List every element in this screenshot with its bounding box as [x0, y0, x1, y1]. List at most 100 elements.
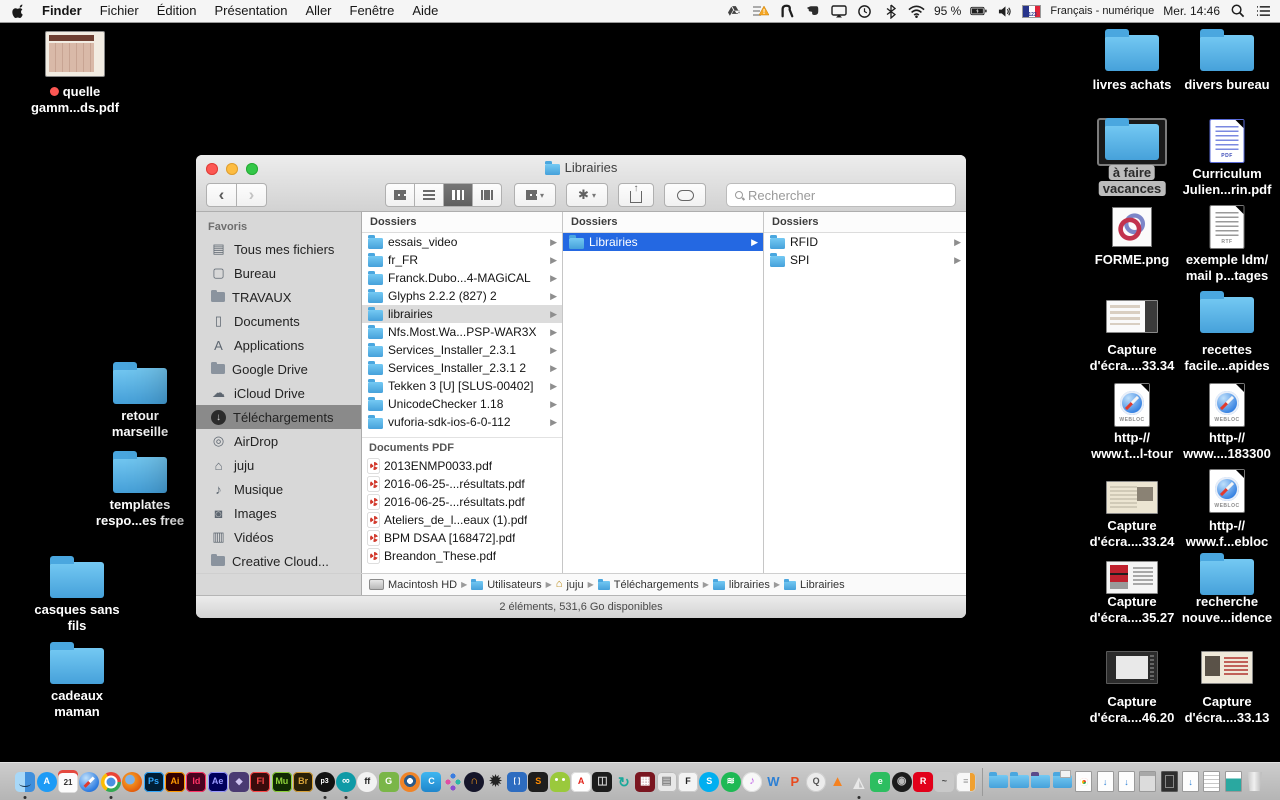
dock-illustrator[interactable]: Ai: [165, 772, 185, 792]
dock-sync-app[interactable]: ↻: [614, 772, 634, 792]
dock-stack-paper[interactable]: [1202, 772, 1222, 792]
sidebar-item-vid-os[interactable]: ▥Vidéos: [196, 525, 361, 549]
sidebar-item-images[interactable]: ◙Images: [196, 501, 361, 525]
exemple-ldm-label[interactable]: exemple ldm/mail p...tages: [1186, 252, 1268, 284]
file-row[interactable]: librairies▶: [362, 305, 562, 323]
file-row[interactable]: Nfs.Most.Wa...PSP-WAR3X▶: [362, 323, 562, 341]
back-button[interactable]: ‹: [206, 183, 237, 207]
close-button[interactable]: [206, 163, 218, 175]
divers-bureau-icon[interactable]: [1200, 35, 1254, 71]
curriculum-pdf-icon[interactable]: PDF: [1211, 120, 1244, 162]
bluetooth-icon[interactable]: [882, 3, 899, 19]
file-row[interactable]: vuforia-sdk-ios-6-0-112▶: [362, 413, 562, 431]
dock-folder-1[interactable]: [988, 772, 1008, 792]
dock-calendar[interactable]: 21: [58, 772, 78, 792]
capture-33-34-label[interactable]: Captured'écra....33.34: [1090, 342, 1175, 374]
menu-presentation[interactable]: Présentation: [206, 0, 297, 22]
view-coverflow-button[interactable]: [473, 183, 502, 207]
dock-fontforge[interactable]: ff: [357, 772, 377, 792]
sidebar-item-travaux[interactable]: TRAVAUX: [196, 285, 361, 309]
dock-folder-2[interactable]: [1010, 772, 1030, 792]
cadeaux-maman-icon[interactable]: [50, 648, 104, 684]
file-row[interactable]: SPI▶: [764, 251, 966, 269]
sidebar-item-icloud-drive[interactable]: ☁iCloud Drive: [196, 381, 361, 405]
recherche-residence-icon[interactable]: [1200, 559, 1254, 595]
volume-icon[interactable]: [996, 3, 1013, 19]
cadeaux-maman-label[interactable]: cadeauxmaman: [51, 688, 103, 720]
dock-bridge[interactable]: Br: [293, 772, 313, 792]
view-columns-button[interactable]: [444, 183, 473, 207]
sidebar-item-bureau[interactable]: ▢Bureau: [196, 261, 361, 285]
dock-photoshop[interactable]: Ps: [144, 772, 164, 792]
dock-trash[interactable]: [1245, 772, 1265, 792]
capture-35-27-icon[interactable]: [1106, 561, 1158, 594]
file-row[interactable]: Tekken 3 [U] [SLUS-00402]▶: [362, 377, 562, 395]
dock-muse[interactable]: Mu: [272, 772, 292, 792]
file-row[interactable]: RFID▶: [764, 233, 966, 251]
capture-46-20-icon[interactable]: [1106, 651, 1158, 684]
time-machine-icon[interactable]: [856, 3, 873, 19]
file-row[interactable]: Breandon_These.pdf: [362, 547, 562, 565]
dock-itunes[interactable]: ♪: [742, 772, 762, 792]
casques-sans-fils-icon[interactable]: [50, 562, 104, 598]
webloc-tour-label[interactable]: http-//www.t...l-tour: [1091, 430, 1173, 462]
file-row[interactable]: Ateliers_de_l...eaux (1).pdf: [362, 511, 562, 529]
casques-sans-fils-label[interactable]: casques sansfils: [34, 602, 119, 634]
file-row[interactable]: essais_video▶: [362, 233, 562, 251]
avira-icon[interactable]: [778, 3, 795, 19]
dock-node-app[interactable]: [443, 772, 463, 792]
dock-slides-app[interactable]: ▤: [657, 772, 677, 792]
sidebar-item-creative-cloud-[interactable]: Creative Cloud...: [196, 549, 361, 573]
airplay-display-icon[interactable]: [830, 3, 847, 19]
path-item-librairies[interactable]: Librairies: [784, 579, 845, 591]
webloc-ebloc-label[interactable]: http-//www.f...ebloc: [1186, 518, 1269, 550]
webloc-183300-label[interactable]: http-//www....183300: [1183, 430, 1271, 462]
quelle-pdf-icon[interactable]: [46, 32, 104, 76]
view-list-button[interactable]: [415, 183, 444, 207]
input-source-flag-icon[interactable]: 123: [1022, 5, 1041, 18]
dock-stack-download-2[interactable]: ↓: [1116, 772, 1136, 792]
arrange-button[interactable]: ▾: [514, 183, 556, 207]
dock-chrome[interactable]: [101, 772, 121, 792]
divers-bureau-label[interactable]: divers bureau: [1184, 77, 1269, 93]
retour-marseille-icon[interactable]: [113, 368, 167, 404]
notification-center-icon[interactable]: [1255, 3, 1272, 19]
dock-stack-dark[interactable]: [1159, 772, 1179, 792]
dock-blender[interactable]: [400, 772, 420, 792]
google-drive-icon[interactable]: [726, 3, 743, 19]
capture-33-13-label[interactable]: Captured'écra....33.13: [1185, 694, 1270, 726]
capture-46-20-label[interactable]: Captured'écra....46.20: [1090, 694, 1175, 726]
a-faire-vacances-icon[interactable]: [1097, 118, 1167, 166]
tags-button[interactable]: [664, 183, 706, 207]
templates-free-icon[interactable]: [113, 457, 167, 493]
path-item-librairies[interactable]: librairies: [713, 579, 770, 591]
dock-spotify[interactable]: ≋: [721, 772, 741, 792]
menu-clock[interactable]: Mer. 14:46: [1163, 4, 1220, 18]
file-row[interactable]: Services_Installer_2.3.1 2▶: [362, 359, 562, 377]
file-row[interactable]: Glyphs 2.2.2 (827) 2▶: [362, 287, 562, 305]
capture-33-34-icon[interactable]: [1106, 300, 1158, 333]
dock-stack-window[interactable]: [1138, 772, 1158, 792]
forward-button[interactable]: ›: [237, 183, 267, 207]
livres-achats-label[interactable]: livres achats: [1093, 77, 1172, 93]
retour-marseille-label[interactable]: retourmarseille: [112, 408, 168, 440]
sidebar-item-juju[interactable]: ⌂juju: [196, 453, 361, 477]
dock-cinema4d[interactable]: C: [421, 772, 441, 792]
dock-audio-tool-app[interactable]: ~: [934, 772, 954, 792]
forme-png-icon[interactable]: [1113, 208, 1151, 246]
share-button[interactable]: [618, 183, 654, 207]
dock-processing[interactable]: p3: [315, 772, 335, 792]
dock-avira[interactable]: R: [913, 772, 933, 792]
dock-app-store[interactable]: A: [37, 772, 57, 792]
dock-folder-4[interactable]: [1052, 772, 1072, 792]
dock-notes-app[interactable]: ≡: [956, 772, 976, 792]
dock-flash[interactable]: Fl: [250, 772, 270, 792]
dock-stack-download-3[interactable]: ↓: [1181, 772, 1201, 792]
dock-folder-3[interactable]: [1031, 772, 1051, 792]
zoom-button[interactable]: [246, 163, 258, 175]
capture-33-13-icon[interactable]: [1201, 651, 1253, 684]
sidebar-item-applications[interactable]: AApplications: [196, 333, 361, 357]
path-item-utilisateurs[interactable]: Utilisateurs: [471, 579, 541, 591]
dock-p-app[interactable]: P: [785, 772, 805, 792]
sidebar-item-t-l-chargements[interactable]: ↓Téléchargements: [196, 405, 361, 429]
